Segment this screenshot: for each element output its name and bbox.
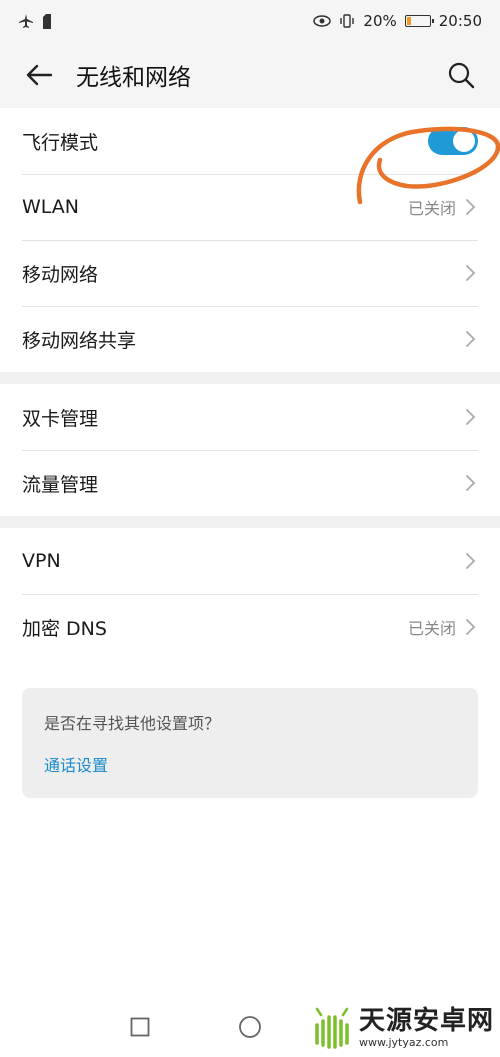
eye-icon [313,15,332,27]
suggestion-card: 是否在寻找其他设置项？ 通话设置 [22,688,478,798]
status-bar: 20% 20:50 [0,0,500,42]
mobile-network-row[interactable]: 移动网络 [0,240,500,306]
chevron-right-icon [466,199,476,215]
watermark: 天源安卓网 www.jytyaz.com [308,1005,494,1051]
sim-icon [42,13,52,29]
private-dns-status: 已关闭 [407,619,456,638]
watermark-title: 天源安卓网 [358,1006,494,1036]
data-usage-label: 流量管理 [22,473,99,496]
airplane-mode-toggle[interactable] [428,127,478,155]
battery-icon [404,15,434,27]
watermark-url: www.jytyaz.com [358,1036,449,1049]
chevron-right-icon [466,475,476,491]
settings-group-vpn: VPN 加密 DNS 已关闭 [0,528,500,660]
back-button[interactable] [22,58,56,92]
data-usage-row[interactable]: 流量管理 [0,450,500,516]
suggestion-question: 是否在寻找其他设置项？ [44,714,221,733]
clock: 20:50 [438,12,482,30]
search-button[interactable] [444,58,478,92]
group-divider [0,516,500,528]
airplane-icon [18,13,34,29]
dual-sim-row[interactable]: 双卡管理 [0,384,500,450]
chevron-right-icon [466,619,476,635]
square-icon [130,1017,150,1037]
vpn-label: VPN [22,550,61,572]
wlan-row[interactable]: WLAN 已关闭 [0,174,500,240]
app-bar: 无线和网络 [0,42,500,108]
settings-group-network: 飞行模式 WLAN 已关闭 移动网络 移动网络共享 [0,108,500,372]
vpn-row[interactable]: VPN [0,528,500,594]
toggle-knob [453,130,475,152]
android-logo-icon [315,1007,349,1049]
battery-percent: 20% [363,12,397,30]
chevron-right-icon [466,553,476,569]
home-button[interactable] [238,1015,262,1039]
airplane-mode-label: 飞行模式 [22,131,99,154]
page-title: 无线和网络 [76,65,191,91]
wlan-label: WLAN [22,196,80,218]
search-icon [448,62,475,89]
tethering-label: 移动网络共享 [22,329,137,352]
recents-button[interactable] [130,1017,150,1037]
mobile-network-label: 移动网络 [22,263,99,286]
chevron-right-icon [466,409,476,425]
settings-group-sim: 双卡管理 流量管理 [0,384,500,516]
chevron-right-icon [466,331,476,347]
arrow-left-icon [26,64,53,86]
wlan-status: 已关闭 [407,199,456,218]
tethering-row[interactable]: 移动网络共享 [0,306,500,372]
group-divider [0,372,500,384]
chevron-right-icon [466,265,476,281]
dual-sim-label: 双卡管理 [22,407,99,430]
call-settings-link[interactable]: 通话设置 [44,752,456,776]
circle-icon [239,1016,261,1038]
private-dns-row[interactable]: 加密 DNS 已关闭 [0,594,500,660]
airplane-mode-row[interactable]: 飞行模式 [0,108,500,174]
private-dns-label: 加密 DNS [22,617,107,640]
vibrate-icon [339,14,355,28]
